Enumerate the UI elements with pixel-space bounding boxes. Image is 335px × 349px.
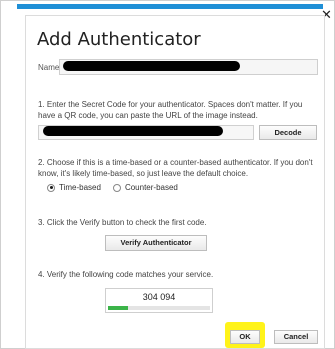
step-4-instructions: 4. Verify the following code matches you… [38, 270, 214, 279]
decode-button[interactable]: Decode [259, 125, 317, 140]
redacted-name-value [63, 61, 240, 71]
radio-time-based-indicator[interactable] [47, 183, 55, 192]
code-timer-progress-fill [108, 306, 129, 310]
verify-authenticator-button[interactable]: Verify Authenticator [105, 235, 207, 251]
radio-counter-based[interactable]: Counter-based [112, 183, 178, 192]
cancel-button[interactable]: Cancel [274, 330, 318, 344]
authenticator-type-group: Time-based Counter-based [47, 183, 190, 192]
radio-time-based[interactable]: Time-based [47, 183, 101, 192]
step-3-instructions: 3. Click the Verify button to check the … [38, 218, 207, 227]
dialog-title: Add Authenticator [37, 29, 201, 50]
name-label: Name [38, 63, 60, 72]
radio-time-based-label: Time-based [59, 183, 101, 192]
radio-counter-based-label: Counter-based [124, 183, 178, 192]
radio-counter-based-indicator[interactable] [112, 183, 121, 192]
window-accent-bar [17, 4, 323, 9]
redacted-secret-value [43, 126, 223, 136]
ok-button[interactable]: OK [230, 330, 260, 344]
step-1-instructions: 1. Enter the Secret Code for your authen… [38, 100, 303, 120]
verification-code: 304 094 [142, 292, 176, 302]
app-window: – ✕ Add Authenticator Name 1. Enter the … [0, 0, 335, 349]
step-2-instructions: 2. Choose if this is a time-based or a c… [38, 158, 313, 178]
code-timer-progress [108, 306, 210, 310]
verification-code-box: 304 094 [105, 288, 213, 313]
